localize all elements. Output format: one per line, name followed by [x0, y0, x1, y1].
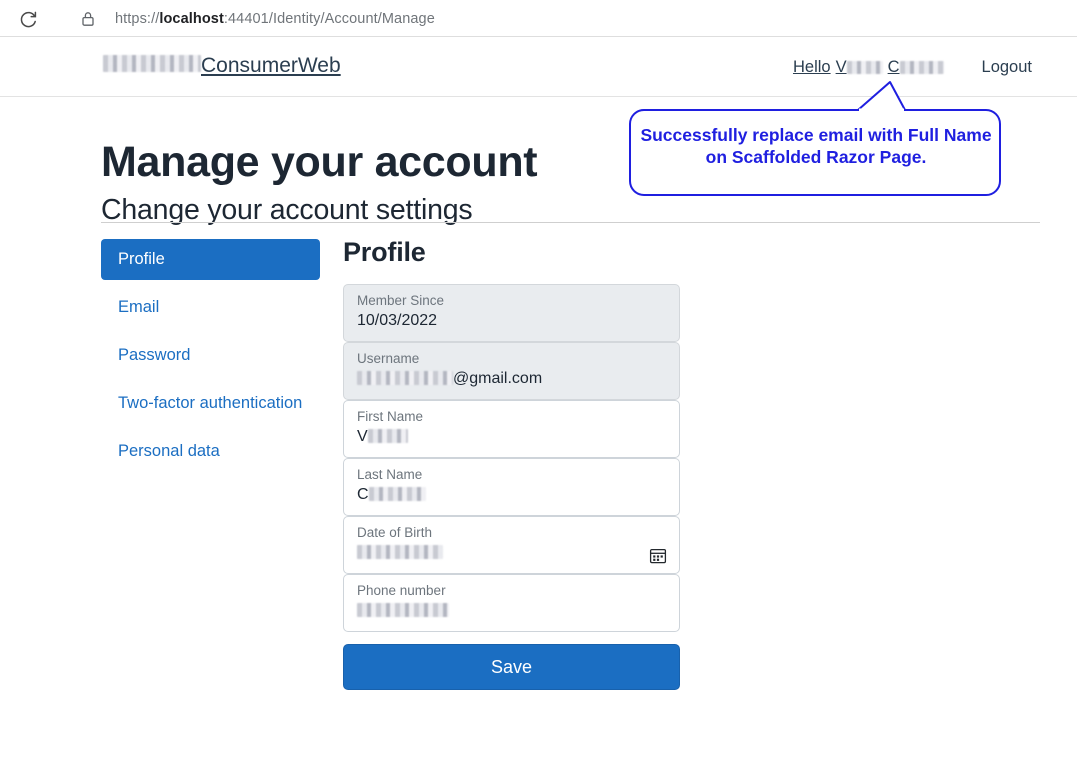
profile-form: Profile Member Since 10/03/2022 Username…	[343, 239, 680, 690]
reload-icon[interactable]	[16, 7, 40, 31]
sidebar-item-password[interactable]: Password	[101, 335, 320, 376]
account-settings-nav: Profile Email Password Two-factor authen…	[101, 239, 320, 472]
phone-number-redacted	[357, 602, 449, 617]
field-member-since: Member Since 10/03/2022	[343, 284, 680, 342]
date-of-birth-redacted	[357, 544, 443, 559]
save-button[interactable]: Save	[343, 644, 680, 690]
header-divider	[101, 222, 1040, 223]
field-label-last-name: Last Name	[357, 467, 423, 482]
last-name-value-redacted	[368, 486, 426, 501]
greeting-prefix: Hello	[792, 57, 831, 76]
address-bar[interactable]: https://localhost:44401/Identity/Account…	[64, 2, 1012, 36]
field-label-member-since: Member Since	[357, 293, 445, 308]
greeting-last-name: C	[888, 58, 944, 77]
greeting-first-name: V	[836, 58, 883, 77]
field-value-member-since: 10/03/2022	[357, 311, 438, 329]
field-value-phone-number[interactable]	[357, 601, 666, 621]
logout-button[interactable]: Logout	[982, 58, 1032, 77]
browser-toolbar: https://localhost:44401/Identity/Account…	[0, 0, 1077, 37]
url-path: :44401/Identity/Account/Manage	[223, 11, 435, 27]
field-first-name[interactable]: First Name V	[343, 400, 680, 458]
page-subtitle: Change your account settings	[101, 193, 473, 226]
brand-name: ConsumerWeb	[201, 54, 341, 77]
url-scheme: https://	[115, 11, 160, 27]
first-name-value-redacted	[367, 428, 408, 443]
field-label-first-name: First Name	[357, 409, 424, 424]
sidebar-item-profile[interactable]: Profile	[101, 239, 320, 280]
field-label-date-of-birth: Date of Birth	[357, 525, 433, 540]
page-title: Manage your account	[101, 137, 538, 186]
username-redacted	[357, 370, 453, 385]
url-text: https://localhost:44401/Identity/Account…	[115, 11, 435, 27]
brand-redacted-logo	[103, 55, 201, 72]
field-last-name[interactable]: Last Name C	[343, 458, 680, 516]
field-label-phone-number: Phone number	[357, 583, 446, 598]
sidebar-item-two-factor-authentication[interactable]: Two-factor authentication	[101, 383, 320, 424]
field-phone-number[interactable]: Phone number	[343, 574, 680, 632]
field-date-of-birth[interactable]: Date of Birth	[343, 516, 680, 574]
brand-link[interactable]: ConsumerWeb	[103, 54, 341, 78]
field-value-first-name[interactable]: V	[357, 427, 666, 447]
site-navbar: ConsumerWeb Hello V C Logout	[0, 37, 1077, 97]
url-host: localhost	[159, 11, 224, 27]
field-username: Username @gmail.com	[343, 342, 680, 400]
field-value-username: @gmail.com	[357, 369, 666, 389]
account-greeting-link[interactable]: Hello V C	[793, 58, 944, 77]
first-name-redacted	[846, 60, 883, 74]
lock-icon	[81, 11, 97, 27]
navbar-right: Hello V C Logout	[793, 37, 1077, 97]
field-value-date-of-birth[interactable]	[357, 543, 666, 563]
field-label-username: Username	[357, 351, 420, 366]
sidebar-item-email[interactable]: Email	[101, 287, 320, 328]
profile-heading: Profile	[343, 237, 426, 267]
calendar-icon[interactable]	[649, 546, 669, 566]
last-name-redacted	[899, 60, 944, 74]
sidebar-item-personal-data[interactable]: Personal data	[101, 431, 320, 472]
annotation-callout-text: Successfully replace email with Full Nam…	[640, 125, 992, 168]
field-value-last-name[interactable]: C	[357, 485, 666, 505]
